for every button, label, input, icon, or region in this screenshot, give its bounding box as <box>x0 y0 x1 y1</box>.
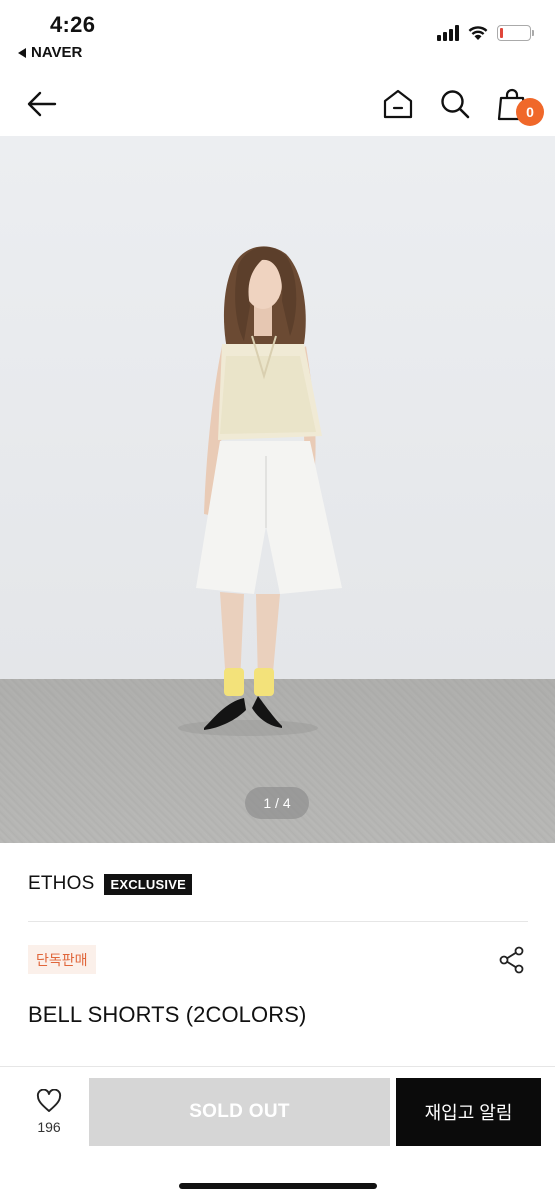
share-icon <box>499 946 524 974</box>
bottom-action-bar: 196 SOLD OUT 재입고 알림 <box>0 1066 555 1200</box>
cart-count-badge: 0 <box>516 98 544 126</box>
search-button[interactable] <box>435 84 475 124</box>
search-icon <box>441 90 470 119</box>
exclusive-badge: EXCLUSIVE <box>104 873 192 895</box>
sold-out-button[interactable]: SOLD OUT <box>89 1078 390 1146</box>
arrow-left-icon <box>27 91 57 117</box>
status-time: 4:26 <box>50 12 96 37</box>
like-button[interactable]: 196 <box>18 1089 80 1159</box>
like-count: 196 <box>37 1119 61 1135</box>
product-image-carousel[interactable]: 1 / 4 <box>0 136 555 843</box>
brand-name-link[interactable]: ETHOS <box>28 873 94 895</box>
cellular-signal-icon <box>437 24 459 41</box>
product-model-photo <box>178 246 342 736</box>
divider <box>28 921 528 922</box>
share-button[interactable] <box>496 944 528 976</box>
back-triangle-icon <box>18 47 26 58</box>
brand-row: ETHOS EXCLUSIVE <box>28 873 192 895</box>
battery-icon <box>497 24 534 41</box>
back-to-app-link[interactable]: NAVER <box>18 44 82 61</box>
wifi-icon <box>468 26 488 40</box>
back-button[interactable] <box>22 84 62 124</box>
cart-button[interactable]: 0 <box>492 84 544 126</box>
heart-icon <box>36 1089 62 1112</box>
app-header: 0 <box>0 70 555 136</box>
restock-alert-button[interactable]: 재입고 알림 <box>396 1078 541 1146</box>
home-icon <box>383 89 413 119</box>
status-icons <box>437 24 534 41</box>
back-app-label: NAVER <box>31 44 83 61</box>
image-page-indicator: 1 / 4 <box>245 787 309 819</box>
home-indicator[interactable] <box>179 1183 377 1189</box>
product-title: BELL SHORTS (2COLORS) <box>28 1002 307 1027</box>
status-bar: 4:26 NAVER <box>0 0 555 70</box>
home-button[interactable] <box>378 84 418 124</box>
exclusive-sale-tag: 단독판매 <box>28 945 96 974</box>
